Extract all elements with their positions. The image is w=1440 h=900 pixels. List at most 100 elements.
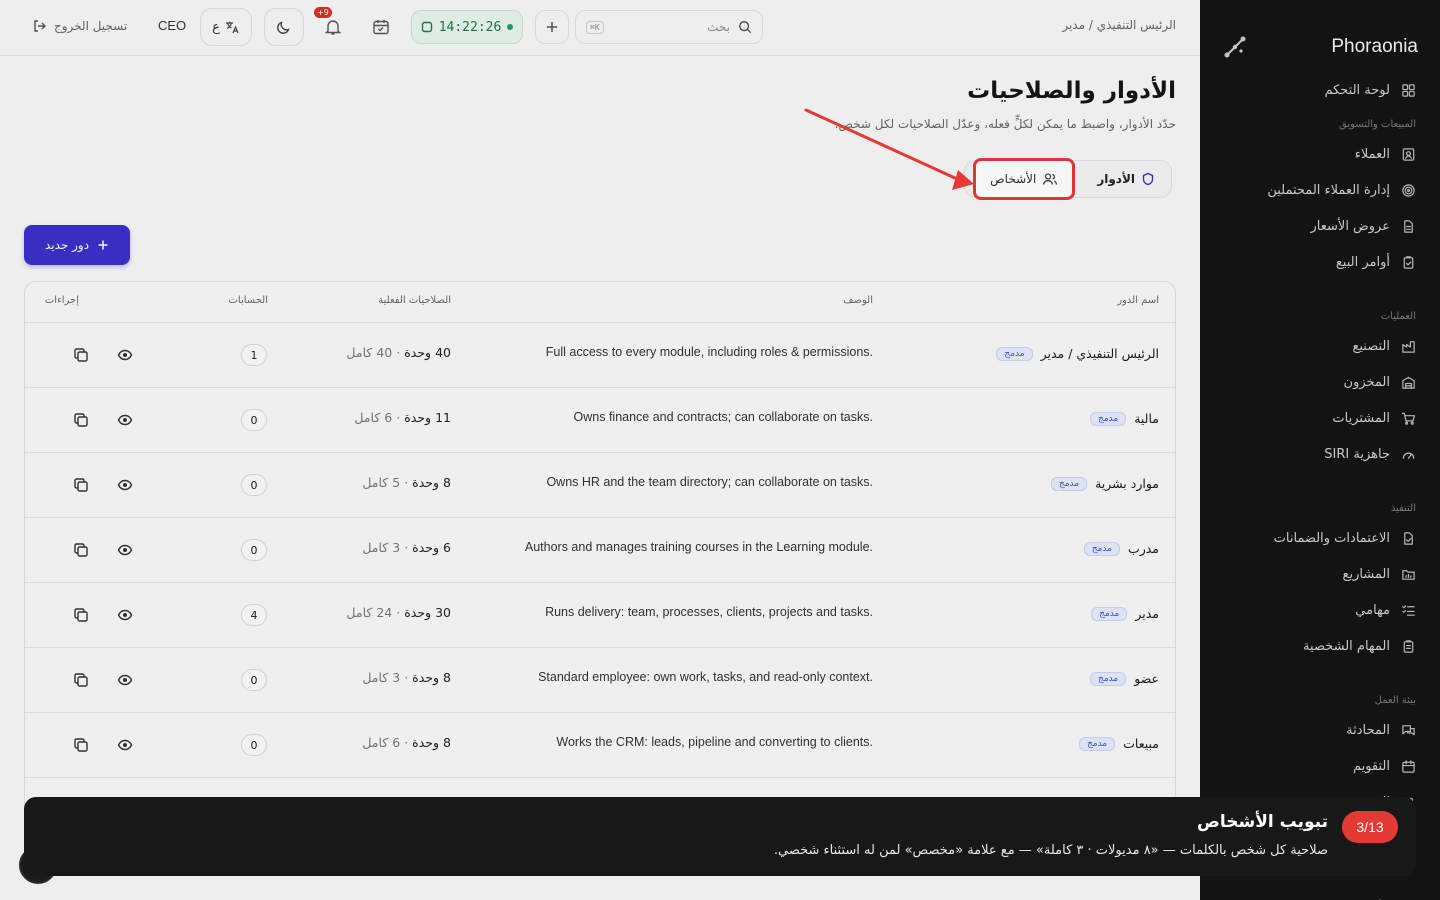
search-placeholder[interactable]: بحث: [612, 20, 730, 34]
table-row[interactable]: مبيعات مدمج Works the CRM: leads, pipeline…: [25, 713, 1175, 778]
calendar-icon: [1400, 758, 1416, 774]
sidebar-item[interactable]: الاعتمادات والضمانات: [1200, 520, 1440, 556]
table-body: الرئيس التنفيذي / مدير مدمج Full access to…: [25, 323, 1175, 778]
table-row[interactable]: الرئيس التنفيذي / مدير مدمج Full access to…: [25, 323, 1175, 388]
clock-time: 14:22:26: [438, 19, 502, 35]
plus-icon: [98, 240, 108, 250]
calendar-button[interactable]: [362, 10, 400, 44]
copy-icon: [74, 478, 88, 492]
role-perms: 8 وحدة · 3 كامل: [362, 670, 451, 685]
accounts-count[interactable]: 0: [241, 539, 267, 561]
accounts-count[interactable]: 4: [241, 604, 267, 626]
view-button[interactable]: [116, 476, 134, 494]
notification-badge: +9: [314, 7, 332, 18]
sidebar-item[interactable]: التصنيع: [1200, 328, 1440, 364]
table-row[interactable]: مدرب مدمج Authors and manages training cou…: [25, 518, 1175, 583]
view-tabs: الأدوار الأشخاص: [964, 158, 1172, 200]
sidebar-item[interactable]: أوامر البيع: [1200, 244, 1440, 280]
clock-widget[interactable]: 14:22:26: [411, 10, 523, 44]
view-button[interactable]: [116, 736, 134, 754]
brand[interactable]: Phoraonia: [1200, 0, 1440, 72]
table-row[interactable]: مدير مدمج Runs delivery: team, processes, …: [25, 583, 1175, 648]
user-role[interactable]: CEO: [158, 18, 186, 33]
eye-icon: [117, 609, 133, 621]
role-cell: موارد بشرية مدمج: [1050, 476, 1159, 491]
sidebar-item[interactable]: عروض الأسعار: [1200, 208, 1440, 244]
sidebar-item[interactable]: المشاريع: [1200, 556, 1440, 592]
duplicate-button[interactable]: [72, 476, 90, 494]
role-perms: 40 وحدة · 40 كامل: [346, 345, 451, 360]
tab-roles[interactable]: الأدوار: [1089, 164, 1163, 194]
perm-separator: ·: [404, 540, 409, 555]
role-cell: مبيعات مدمج: [1078, 736, 1159, 751]
table-row[interactable]: عضو مدمج Standard employee: own work, task…: [25, 648, 1175, 713]
perm-separator: ·: [396, 410, 401, 425]
live-dot: [507, 24, 514, 30]
logout-label: تسجيل الخروج: [54, 19, 128, 33]
header-description: الوصف: [843, 295, 873, 306]
sidebar-item[interactable]: المحادثة: [1200, 712, 1440, 748]
sidebar-item-label: إدارة العملاء المحتملين: [1267, 182, 1390, 198]
perm-full-label: كامل: [362, 475, 389, 490]
view-button[interactable]: [116, 541, 134, 559]
breadcrumb[interactable]: الرئيس التنفيذي / مدير: [1062, 18, 1176, 32]
sidebar-item[interactable]: التقويم: [1200, 748, 1440, 784]
sidebar-item[interactable]: جاهزية SIRI: [1200, 436, 1440, 472]
builtin-badge: مدمج: [1090, 671, 1127, 686]
brand-name: Phoraonia: [1331, 36, 1418, 57]
sidebar-item[interactable]: مهامي: [1200, 592, 1440, 628]
view-button[interactable]: [116, 411, 134, 429]
table-row[interactable]: مالية مدمج Owns finance and contracts; can…: [25, 388, 1175, 453]
role-perms: 8 وحدة · 5 كامل: [362, 475, 451, 490]
view-button[interactable]: [116, 606, 134, 624]
perm-units-label: وحدة: [412, 475, 440, 490]
duplicate-button[interactable]: [72, 411, 90, 429]
sidebar-item[interactable]: المهام الشخصية: [1200, 628, 1440, 664]
copy-icon: [74, 543, 88, 557]
eye-icon: [117, 739, 133, 751]
sidebar-section-label: المبيعات والتسويق: [1339, 119, 1416, 130]
theme-toggle[interactable]: [264, 8, 304, 46]
view-button[interactable]: [116, 671, 134, 689]
tab-people[interactable]: الأشخاص: [973, 158, 1076, 200]
clipboard-icon: [1400, 254, 1416, 270]
sidebar-item[interactable]: المشتريات: [1200, 400, 1440, 436]
sidebar-item[interactable]: العملاء: [1200, 136, 1440, 172]
logout-button[interactable]: تسجيل الخروج: [32, 18, 127, 34]
duplicate-button[interactable]: [72, 671, 90, 689]
duplicate-button[interactable]: [72, 606, 90, 624]
sidebar-item-label: التقويم: [1352, 758, 1390, 774]
accounts-count[interactable]: 0: [241, 474, 267, 496]
add-button[interactable]: [535, 10, 569, 44]
header-actions: إجراءات: [44, 295, 79, 306]
tour-step-badge: 3/13: [1342, 811, 1398, 843]
role-perms: 8 وحدة · 6 كامل: [362, 735, 451, 750]
duplicate-button[interactable]: [72, 736, 90, 754]
sidebar-item[interactable]: لوحة التحكم: [1200, 72, 1440, 108]
view-button[interactable]: [116, 346, 134, 364]
perm-units-label: وحدة: [412, 670, 440, 685]
builtin-badge: مدمج: [996, 346, 1033, 361]
accounts-count[interactable]: 0: [241, 409, 267, 431]
header-name: اسم الدور: [1117, 295, 1159, 306]
sidebar-item[interactable]: المخزون: [1200, 364, 1440, 400]
sidebar-item[interactable]: الأسعار والمقدمات: [1200, 890, 1440, 900]
search-box[interactable]: بحث K⌘: [575, 10, 763, 44]
document-icon: [1400, 218, 1416, 234]
clipboard-list-icon: [1400, 638, 1416, 654]
accounts-count[interactable]: 1: [241, 344, 267, 366]
language-toggle[interactable]: ع: [200, 8, 252, 46]
sidebar-item[interactable]: إدارة العملاء المحتملين: [1200, 172, 1440, 208]
new-role-button[interactable]: دور جديد: [24, 225, 130, 265]
translate-icon: [225, 21, 239, 34]
table-row[interactable]: موارد بشرية مدمج Owns HR and the team dire…: [25, 453, 1175, 518]
bell-icon: [324, 20, 342, 35]
tab-roles-label: الأدوار: [1097, 172, 1135, 186]
duplicate-button[interactable]: [72, 346, 90, 364]
accounts-count[interactable]: 0: [241, 669, 267, 691]
sidebar-item-label: التصنيع: [1352, 338, 1390, 354]
perm-separator: ·: [396, 345, 401, 360]
duplicate-button[interactable]: [72, 541, 90, 559]
accounts-count[interactable]: 0: [241, 734, 267, 756]
users-icon: [1043, 173, 1058, 185]
